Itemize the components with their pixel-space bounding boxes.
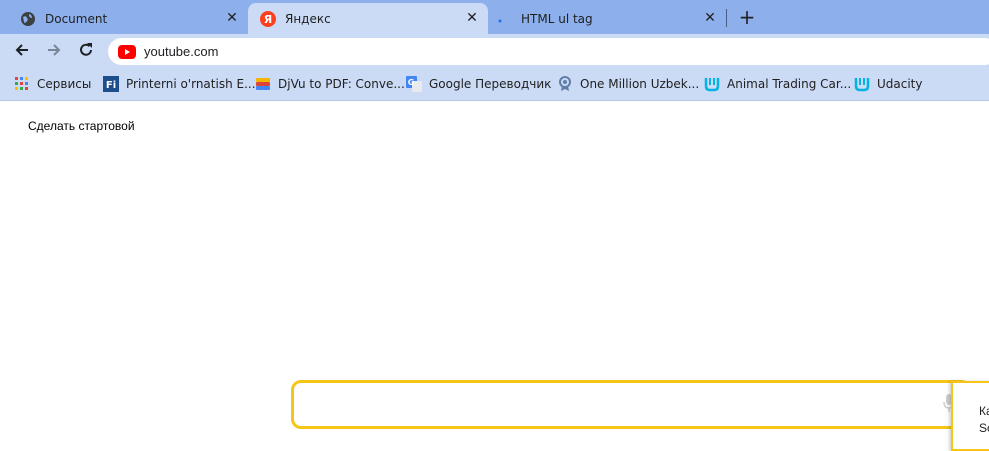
tab-html-ul-tag[interactable]: HTML ul tag ✕ (488, 3, 726, 34)
bookmarks-bar: Сервисы Fi Printerni o'rnatish E... DjVu… (0, 67, 989, 101)
tab-strip: Document ✕ Я Яндекс ✕ HTML ul tag ✕ + (0, 0, 989, 34)
close-tab-icon[interactable]: ✕ (224, 10, 240, 26)
djvu-icon (255, 76, 271, 92)
tab-title: Document (45, 11, 108, 26)
bookmark-label: Animal Trading Car... (727, 77, 852, 91)
bookmark-label: Google Переводчик (429, 77, 552, 91)
bookmark-printerni[interactable]: Fi Printerni o'rnatish E... (103, 75, 256, 93)
popup-line: Ка (979, 404, 989, 418)
new-tab-button[interactable]: + (736, 6, 758, 28)
bookmark-label: DjVu to PDF: Conve... (278, 77, 405, 91)
forward-button[interactable] (43, 39, 65, 61)
tab-title: Яндекс (285, 11, 331, 26)
bookmark-label: Udacity (877, 77, 923, 91)
address-bar[interactable]: youtube.com (108, 38, 989, 65)
back-button[interactable] (11, 39, 33, 61)
tab-yandex[interactable]: Я Яндекс ✕ (248, 3, 488, 34)
bookmark-google-translate[interactable]: G Google Переводчик (406, 75, 551, 93)
apps-grid-icon (14, 76, 30, 92)
google-translate-icon: G (406, 76, 422, 92)
svg-text:Fi: Fi (106, 80, 116, 91)
bookmark-animal-trading[interactable]: Animal Trading Car... (704, 75, 851, 93)
page-content: Сделать стартовой Ка Sc (0, 102, 989, 451)
arrow-right-icon (48, 44, 61, 56)
udacity-icon (704, 76, 720, 92)
close-tab-icon[interactable]: ✕ (464, 10, 480, 26)
youtube-icon (118, 44, 136, 59)
bookmark-label: Сервисы (37, 77, 92, 91)
bookmark-one-million-uzbek[interactable]: One Million Uzbek... (557, 75, 699, 93)
svg-text:G: G (408, 78, 415, 87)
bookmark-udacity[interactable]: Udacity (854, 75, 923, 93)
bookmark-label: Printerni o'rnatish E... (126, 77, 256, 91)
close-tab-icon[interactable]: ✕ (702, 10, 718, 26)
bookmark-label: One Million Uzbek... (580, 77, 700, 91)
svg-text:Я: Я (264, 13, 272, 26)
dot-icon (496, 11, 512, 27)
make-start-page-link[interactable]: Сделать стартовой (28, 119, 135, 133)
arrow-left-icon (15, 44, 28, 56)
popup-line: Sc (979, 421, 989, 435)
ribbon-icon (557, 76, 573, 92)
globe-icon (20, 11, 36, 27)
reload-button[interactable] (75, 39, 97, 61)
url-text[interactable]: youtube.com (144, 44, 218, 59)
tab-separator (726, 9, 727, 27)
suggestion-popup[interactable]: Ка Sc (951, 381, 989, 451)
bookmark-djvu-to-pdf[interactable]: DjVu to PDF: Conve... (255, 75, 405, 93)
tab-title: HTML ul tag (521, 11, 593, 26)
udacity-icon (854, 76, 870, 92)
yandex-icon: Я (260, 10, 276, 27)
bookmark-services[interactable]: Сервисы (14, 75, 91, 93)
search-input[interactable] (291, 380, 971, 429)
tab-document[interactable]: Document ✕ (8, 3, 248, 34)
reload-icon (80, 43, 92, 56)
fi-icon: Fi (103, 76, 119, 92)
toolbar: youtube.com (0, 34, 989, 67)
